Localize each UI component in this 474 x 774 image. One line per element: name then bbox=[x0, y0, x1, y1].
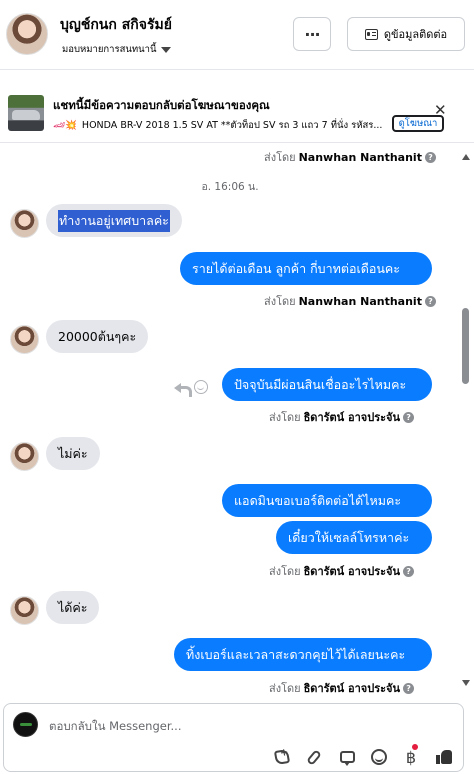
thumbs-up-icon bbox=[436, 750, 452, 764]
outgoing-message[interactable]: รายได้ต่อเดือน ลูกค้า กี่บาทต่อเดือนคะ bbox=[180, 252, 432, 285]
message-actions bbox=[174, 380, 208, 397]
contact-avatar-small[interactable] bbox=[10, 596, 39, 625]
selected-text: ทำงานอยู่เทศบาลค่ะ bbox=[58, 209, 170, 232]
notification-dot bbox=[412, 744, 418, 750]
view-contact-info-button[interactable]: ดูข้อมูลติดต่อ bbox=[347, 17, 465, 51]
incoming-message[interactable]: ทำงานอยู่เทศบาลค่ะ bbox=[46, 204, 182, 237]
contact-name[interactable]: บุญช์กนก สกิจรัมย์ bbox=[60, 14, 172, 36]
emoji-button[interactable] bbox=[368, 746, 390, 768]
sent-by-prefix: ส่งโดย bbox=[269, 565, 301, 578]
assign-conversation-dropdown[interactable]: มอบหมายการสนทนานี้ bbox=[62, 42, 171, 57]
conversation-header: บุญช์กนก สกิจรัมย์ มอบหมายการสนทนานี้ ··… bbox=[0, 0, 474, 70]
sent-by-label: ส่งโดย Nanwhan Nanthanit ? bbox=[264, 292, 436, 310]
scroll-up-arrow-icon[interactable] bbox=[462, 154, 470, 160]
sent-by-label: ส่งโดย ธิดารัตน์ อาจประจัน ? bbox=[269, 408, 415, 426]
sender-name: ธิดารัตน์ อาจประจัน bbox=[303, 682, 401, 695]
close-icon[interactable]: ✕ bbox=[434, 103, 447, 118]
sent-by-label: ส่งโดย Nanwhan Nanthanit ? bbox=[264, 148, 436, 166]
message-timestamp: อ. 16:06 น. bbox=[201, 181, 259, 193]
contact-avatar[interactable] bbox=[6, 13, 48, 55]
caret-down-icon bbox=[160, 46, 171, 53]
contact-avatar-small[interactable] bbox=[10, 442, 39, 471]
outgoing-message[interactable]: เดี๋ยวให้เซลล์โทรหาค่ะ bbox=[276, 521, 432, 554]
contact-avatar-small[interactable] bbox=[10, 209, 39, 238]
add-call-button[interactable]: + bbox=[271, 746, 293, 768]
ad-description-text: HONDA BR-V 2018 1.5 SV AT **ตัวท็อป SV ร… bbox=[81, 120, 383, 131]
ad-description: 🏎💥 HONDA BR-V 2018 1.5 SV AT **ตัวท็อป S… bbox=[53, 118, 391, 133]
smile-icon bbox=[371, 749, 387, 765]
outgoing-message[interactable]: ทิ้งเบอร์และเวลาสะดวกคุยไว้ได้เลยนะคะ bbox=[174, 638, 432, 671]
view-contact-info-label: ดูข้อมูลติดต่อ bbox=[383, 28, 448, 41]
sender-name: ธิดารัตน์ อาจประจัน bbox=[303, 565, 401, 578]
scroll-down-arrow-icon[interactable] bbox=[462, 680, 470, 686]
sent-by-prefix: ส่งโดย bbox=[264, 151, 296, 164]
sent-by-prefix: ส่งโดย bbox=[269, 682, 301, 695]
phone-plus-icon: + bbox=[273, 747, 291, 766]
sent-by-label: ส่งโดย ธิดารัตน์ อาจประจัน ? bbox=[269, 562, 415, 580]
ad-banner-title: แชทนี้มีข้อความตอบกลับต่อโฆษณาของคุณ bbox=[53, 98, 270, 112]
ad-reply-banner: แชทนี้มีข้อความตอบกลับต่อโฆษณาของคุณ 🏎💥 … bbox=[0, 85, 474, 143]
ad-emoji: 🏎💥 bbox=[53, 120, 77, 131]
incoming-message[interactable]: ไม่ค่ะ bbox=[46, 437, 100, 470]
ad-thumbnail bbox=[8, 95, 44, 131]
scrollbar-thumb[interactable] bbox=[462, 308, 469, 384]
sender-name: Nanwhan Nanthanit bbox=[298, 150, 422, 164]
baht-icon: ฿ bbox=[405, 747, 417, 767]
assign-conversation-label: มอบหมายการสนทนานี้ bbox=[62, 44, 157, 55]
sent-by-prefix: ส่งโดย bbox=[269, 411, 301, 424]
outgoing-message[interactable]: ปัจจุบันมีผ่อนสินเชื่ออะไรไหมคะ bbox=[222, 368, 432, 401]
page-avatar bbox=[13, 712, 38, 737]
sent-by-label: ส่งโดย ธิดารัตน์ อาจประจัน ? bbox=[269, 679, 415, 697]
saved-replies-button[interactable] bbox=[336, 746, 358, 768]
reply-composer: + ฿ bbox=[3, 703, 464, 772]
incoming-message[interactable]: 20000ต้นๆคะ bbox=[46, 320, 149, 353]
help-icon[interactable]: ? bbox=[403, 565, 415, 577]
outgoing-message[interactable]: แอดมินขอเบอร์ติดต่อได้ไหมคะ bbox=[222, 484, 432, 517]
attach-button[interactable] bbox=[303, 746, 325, 768]
like-button[interactable] bbox=[433, 746, 455, 768]
contact-card-icon bbox=[364, 28, 378, 40]
help-icon[interactable]: ? bbox=[424, 295, 436, 307]
incoming-message[interactable]: ได้ค่ะ bbox=[46, 591, 100, 624]
sender-name: ธิดารัตน์ อาจประจัน bbox=[303, 411, 401, 424]
chat-bubble-icon bbox=[339, 751, 355, 766]
sender-name: Nanwhan Nanthanit bbox=[298, 294, 422, 308]
more-options-button[interactable]: ··· bbox=[293, 17, 331, 51]
react-icon[interactable] bbox=[194, 380, 208, 394]
help-icon[interactable]: ? bbox=[403, 682, 415, 694]
contact-avatar-small[interactable] bbox=[10, 325, 39, 354]
sent-by-prefix: ส่งโดย bbox=[264, 295, 296, 308]
reply-icon[interactable] bbox=[174, 380, 192, 397]
help-icon[interactable]: ? bbox=[403, 411, 415, 423]
payment-button[interactable]: ฿ bbox=[400, 744, 422, 768]
help-icon[interactable]: ? bbox=[424, 151, 436, 163]
paperclip-icon bbox=[306, 748, 322, 766]
reply-input[interactable] bbox=[49, 716, 429, 736]
